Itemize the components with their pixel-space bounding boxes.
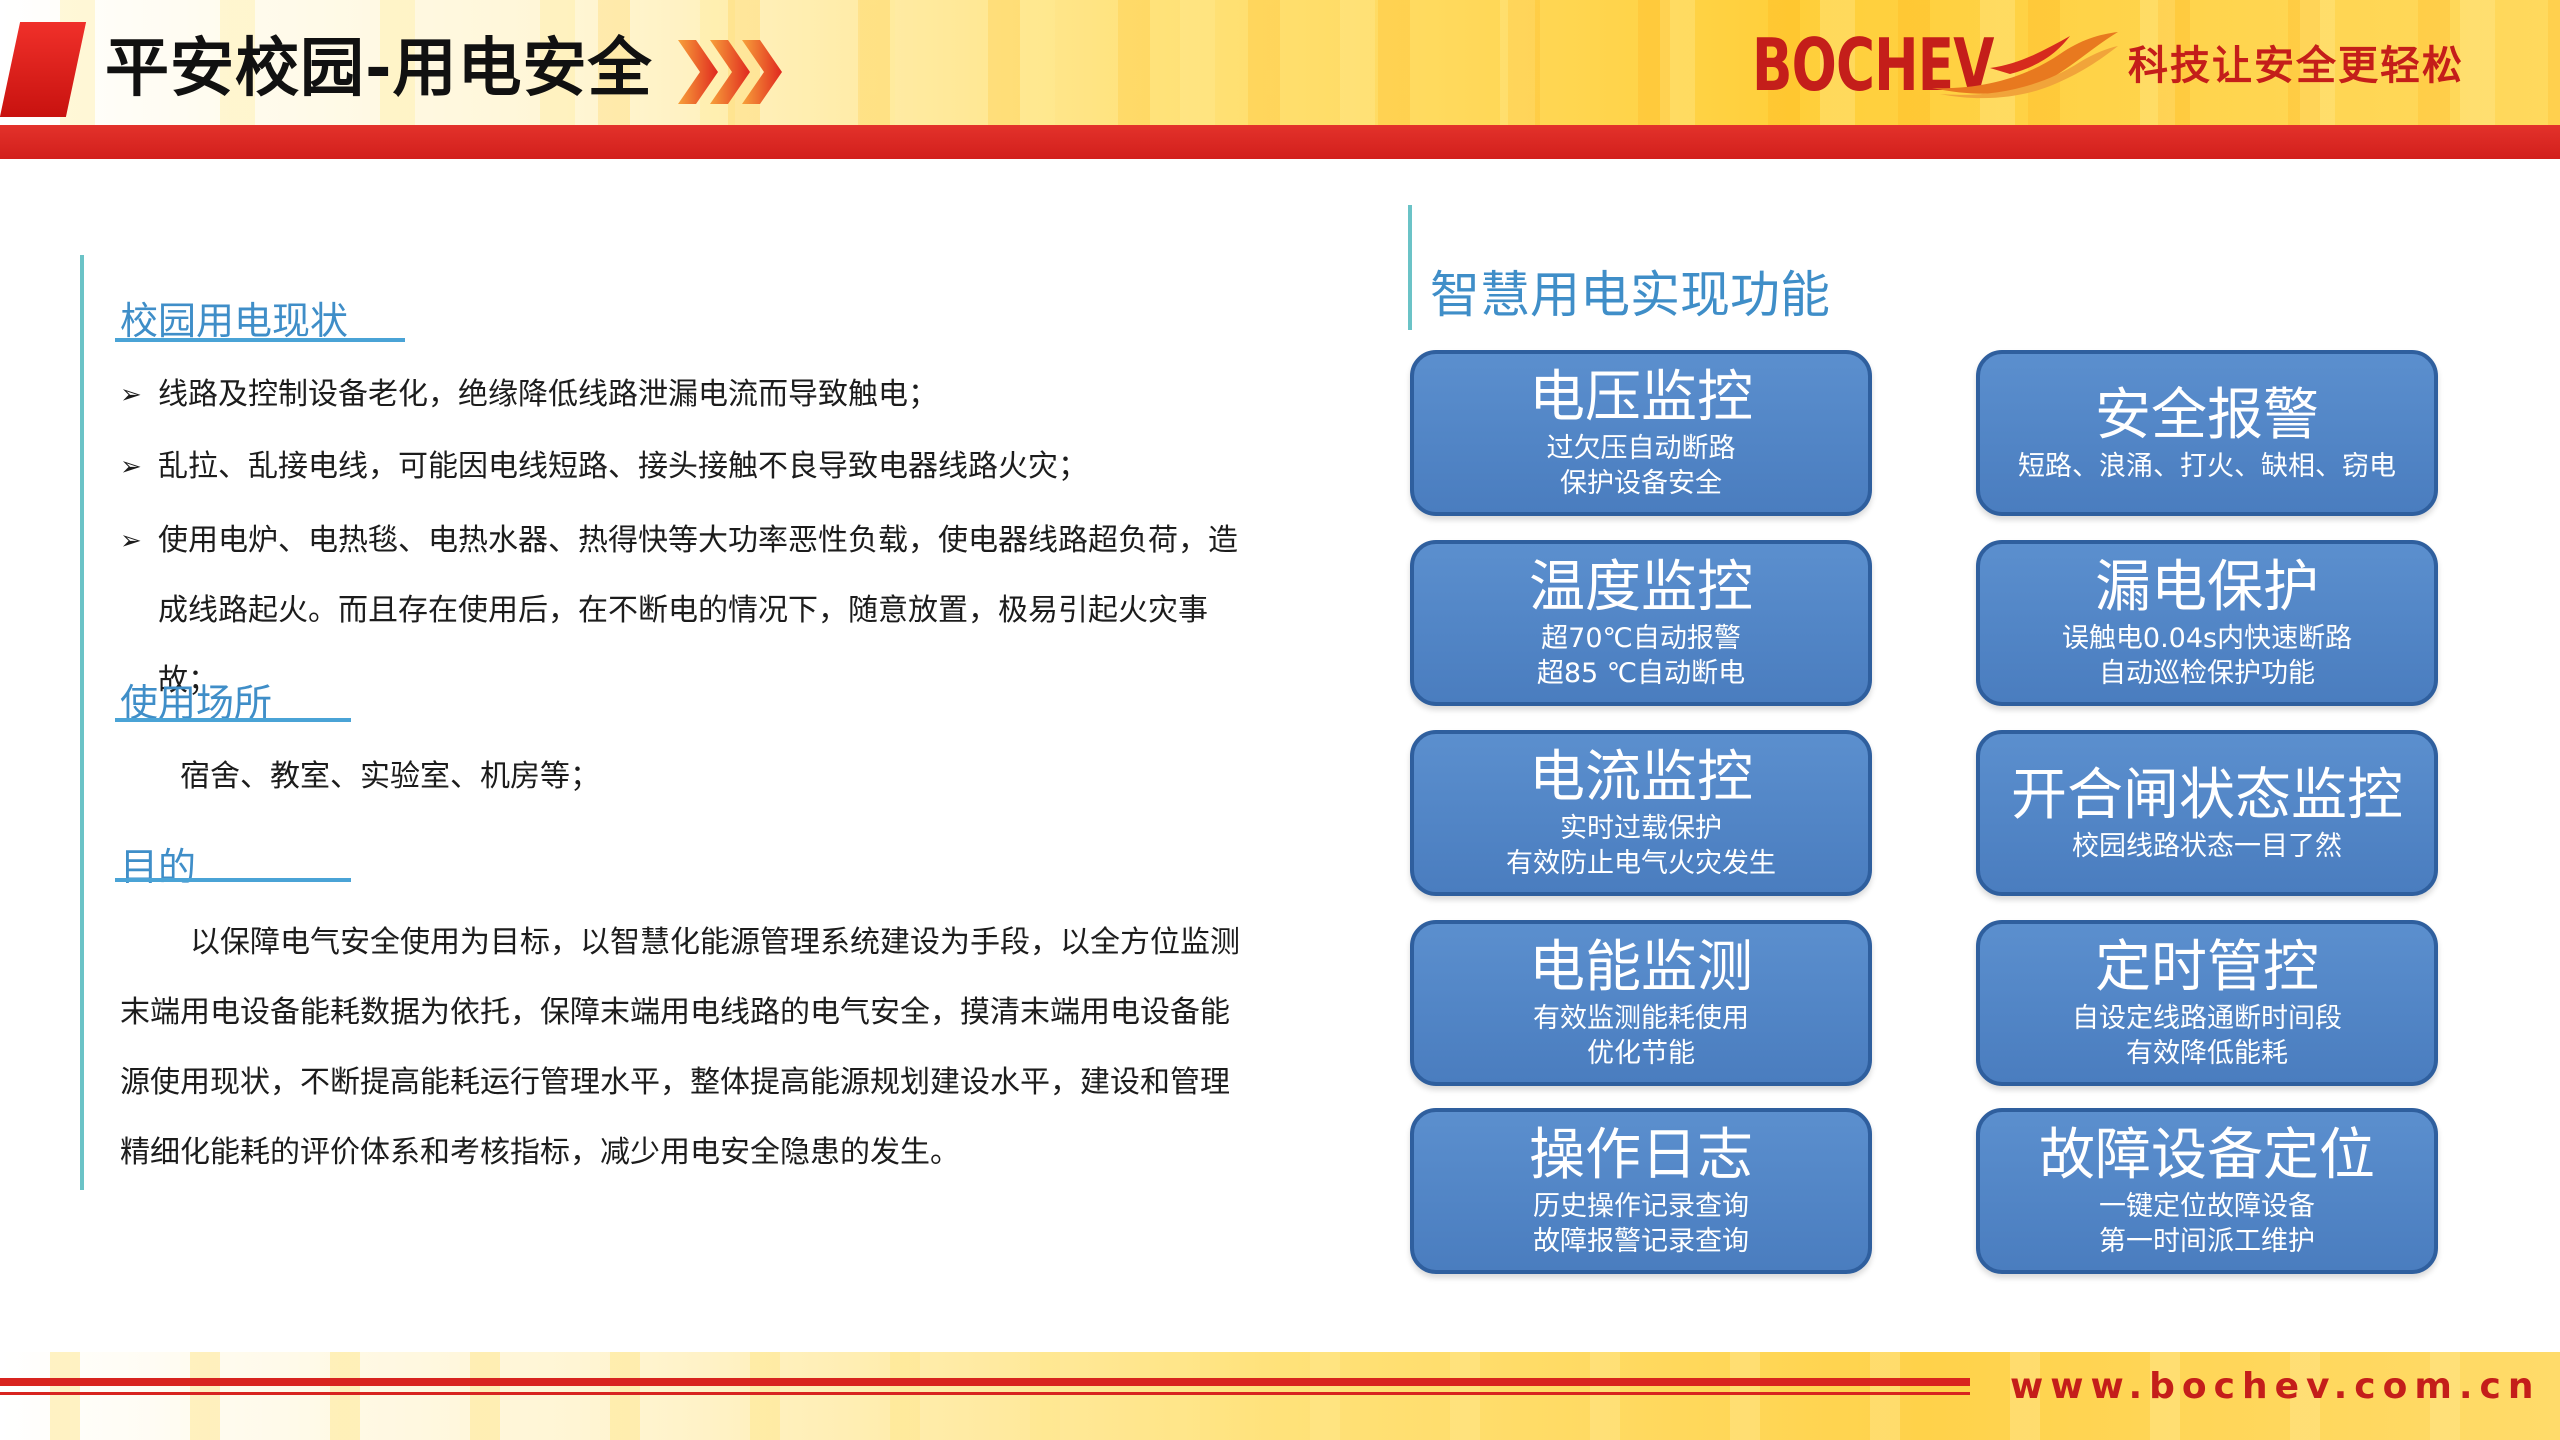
feature-card: 开合闸状态监控 校园线路状态一目了然 [1976,730,2438,896]
page-title: 平安校园-用电安全 [105,32,653,106]
footer-red-line [0,1378,1970,1386]
header-red-stripe [0,125,2560,159]
feature-description: 故障报警记录查询 [1533,1226,1749,1257]
feature-description: 短路、浪涌、打火、缺相、窃电 [2018,450,2396,482]
feature-title: 漏电保护 [2095,555,2319,620]
purpose-paragraph: 以保障电气安全使用为目标，以智慧化能源管理系统建设为手段，以全方位监测末端用电设… [120,925,1240,1170]
feature-card: 电压监控 过欠压自动断路 保护设备安全 [1410,350,1872,516]
feature-card: 电流监控 实时过载保护有效防止电气火灾发生 [1410,730,1872,896]
left-accent-rule [80,255,84,1190]
flame-swoosh-icon [1932,32,2118,99]
feature-description: 历史操作记录查询 [1533,1191,1749,1222]
right-accent-rule [1408,205,1412,330]
list-item: ➢ 乱拉、乱接电线，可能因电线短路、接头接触不良导致电器线路火灾； [120,432,1260,502]
feature-description: 自设定线路通断时间段 [2072,1003,2342,1034]
places-text: 宿舍、教室、实验室、机房等； [180,759,600,794]
feature-description: 有效监测能耗使用 [1533,1003,1749,1034]
feature-card: 温度监控 超70℃自动报警 超85 ℃自动断电 [1410,540,1872,706]
bullet-arrow-icon: ➢ [120,380,142,410]
purpose-heading: 目的 [120,845,197,889]
feature-description: 一键定位故障设备 [2099,1191,2315,1222]
feature-description: 优化节能 [1587,1038,1695,1069]
feature-description: 实时过载保护 [1560,813,1722,844]
feature-title: 故障设备定位 [2039,1123,2375,1188]
slogan: 科技让安全更轻松 [2128,43,2464,89]
bullet-arrow-icon: ➢ [120,452,142,482]
purpose-underline [115,878,351,882]
feature-description: 超70℃自动报警 [1541,623,1741,654]
slide: 平安校园-用电安全 BOCHEV 科技让安全更轻松 校园用电现状 ➢ 线路及控制… [0,0,2560,1440]
website-url: www.bochev.com.cn [2010,1366,2541,1407]
feature-title: 操作日志 [1529,1123,1753,1188]
feature-title: 安全报警 [2095,382,2319,448]
feature-title: 电流监控 [1529,745,1753,810]
feature-card: 定时管控 自设定线路通断时间段 有效降低能耗 [1976,920,2438,1086]
feature-description: 过欠压自动断路 [1546,433,1736,464]
places-underline [115,718,351,722]
feature-description: 有效降低能耗 [2126,1038,2288,1069]
feature-description: 保护设备安全 [1560,468,1722,499]
list-item: ➢ 线路及控制设备老化，绝缘降低线路泄漏电流而导致触电； [120,360,1260,430]
feature-description: 有效防止电气火灾发生 [1506,848,1776,879]
feature-title: 定时管控 [2095,935,2319,1000]
feature-title: 温度监控 [1529,555,1753,620]
feature-card: 漏电保护 误触电0.04s内快速断路 自动巡检保护功能 [1976,540,2438,706]
feature-card: 操作日志 历史操作记录查询 故障报警记录查询 [1410,1108,1872,1274]
feature-description: 校园线路状态一目了然 [2072,830,2342,862]
feature-card: 电能监测 有效监测能耗使用 优化节能 [1410,920,1872,1086]
chevrons-icon [678,40,782,104]
feature-title: 电压监控 [1529,365,1753,430]
feature-card: 故障设备定位 一键定位故障设备 第一时间派工维护 [1976,1108,2438,1274]
feature-title: 开合闸状态监控 [2011,762,2403,828]
feature-title: 电能监测 [1529,935,1753,1000]
feature-description: 第一时间派工维护 [2099,1226,2315,1257]
feature-description: 超85 ℃自动断电 [1536,658,1746,689]
status-underline [115,338,405,342]
feature-card: 安全报警 短路、浪涌、打火、缺相、窃电 [1976,350,2438,516]
status-heading: 校园用电现状 [120,299,349,343]
features-heading: 智慧用电实现功能 [1430,266,1830,324]
feature-description: 自动巡检保护功能 [2099,658,2315,689]
feature-description: 误触电0.04s内快速断路 [2061,623,2353,654]
footer-red-thin-line [0,1392,1970,1395]
list-item: ➢ 使用电炉、电热毯、电热水器、热得快等大功率恶性负载，使电器线路超负荷，造成线… [120,506,1260,716]
